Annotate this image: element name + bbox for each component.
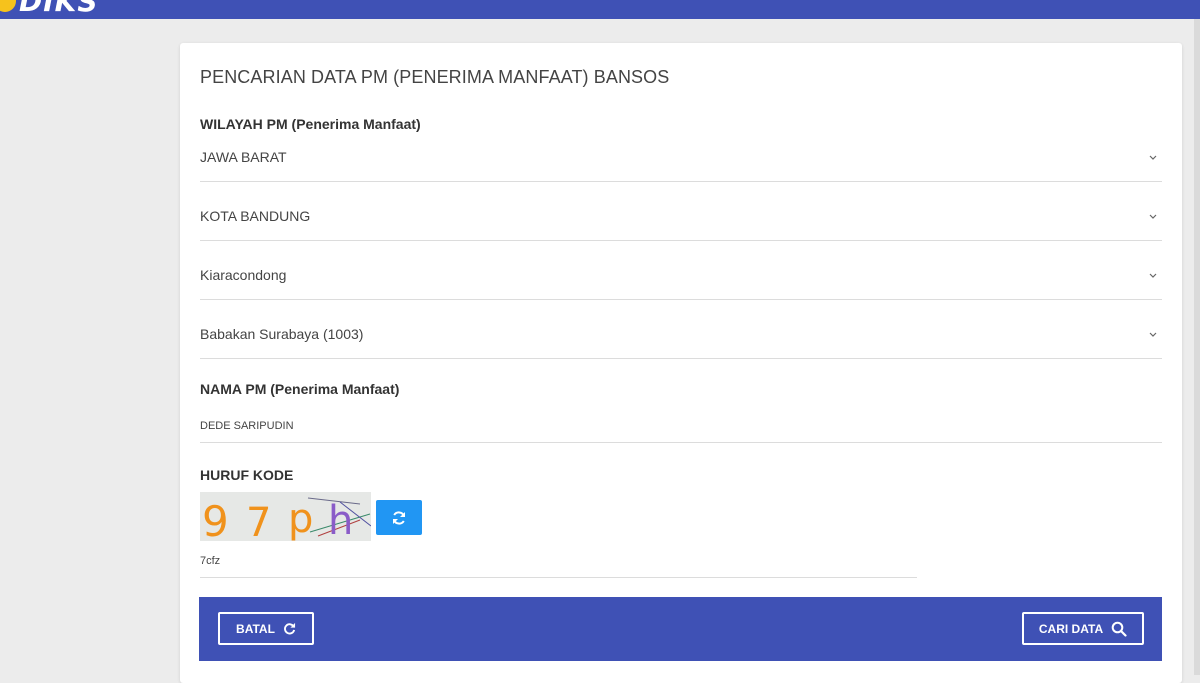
kota-select-value: KOTA BANDUNG <box>200 208 311 224</box>
logo-emblem <box>0 0 16 12</box>
chevron-down-icon <box>1149 332 1157 337</box>
nama-input-value: DEDE SARIPUDIN <box>200 420 294 432</box>
cari-data-button[interactable]: CARI DATA <box>1022 612 1144 645</box>
provinsi-select[interactable]: JAWA BARAT <box>200 141 1162 182</box>
logo-text: DIKS <box>19 0 99 18</box>
kode-input[interactable]: 7cfz <box>200 547 917 578</box>
kode-label: HURUF KODE <box>200 467 294 483</box>
page-title: PENCARIAN DATA PM (PENERIMA MANFAAT) BAN… <box>200 67 670 87</box>
kecamatan-select[interactable]: Kiaracondong <box>200 259 1162 300</box>
search-form-card: PENCARIAN DATA PM (PENERIMA MANFAAT) BAN… <box>180 43 1182 683</box>
kota-select[interactable]: KOTA BANDUNG <box>200 200 1162 241</box>
scrollbar[interactable] <box>1194 19 1200 675</box>
chevron-down-icon <box>1149 214 1157 219</box>
action-bar: BATAL CARI DATA <box>199 597 1162 661</box>
cari-data-button-label: CARI DATA <box>1038 621 1104 636</box>
nama-input[interactable]: DEDE SARIPUDIN <box>200 412 1162 443</box>
chevron-down-icon <box>1149 155 1157 160</box>
batal-button-label: BATAL <box>236 621 275 636</box>
captcha-char-4: h <box>328 498 353 541</box>
refresh-captcha-button[interactable] <box>376 500 422 535</box>
captcha-image: 9 7 p h <box>200 492 372 546</box>
chevron-down-icon <box>1149 273 1157 278</box>
captcha-char-3: p <box>288 496 313 541</box>
wilayah-label: WILAYAH PM (Penerima Manfaat) <box>200 116 421 132</box>
captcha-char-2: 7 <box>246 500 271 541</box>
nama-label: NAMA PM (Penerima Manfaat) <box>200 381 400 397</box>
top-app-bar: DIKS <box>0 0 1200 19</box>
kelurahan-select[interactable]: Babakan Surabaya (1003) <box>200 318 1162 359</box>
provinsi-select-value: JAWA BARAT <box>200 149 287 165</box>
kode-input-value: 7cfz <box>200 555 221 567</box>
batal-button[interactable]: BATAL <box>218 612 314 645</box>
kelurahan-select-value: Babakan Surabaya (1003) <box>200 326 364 342</box>
search-icon <box>1111 621 1127 637</box>
kecamatan-select-value: Kiaracondong <box>200 267 287 283</box>
app-logo[interactable]: DIKS <box>0 0 99 18</box>
reset-icon <box>283 622 296 635</box>
captcha-char-1: 9 <box>202 497 229 541</box>
refresh-icon <box>393 510 405 525</box>
